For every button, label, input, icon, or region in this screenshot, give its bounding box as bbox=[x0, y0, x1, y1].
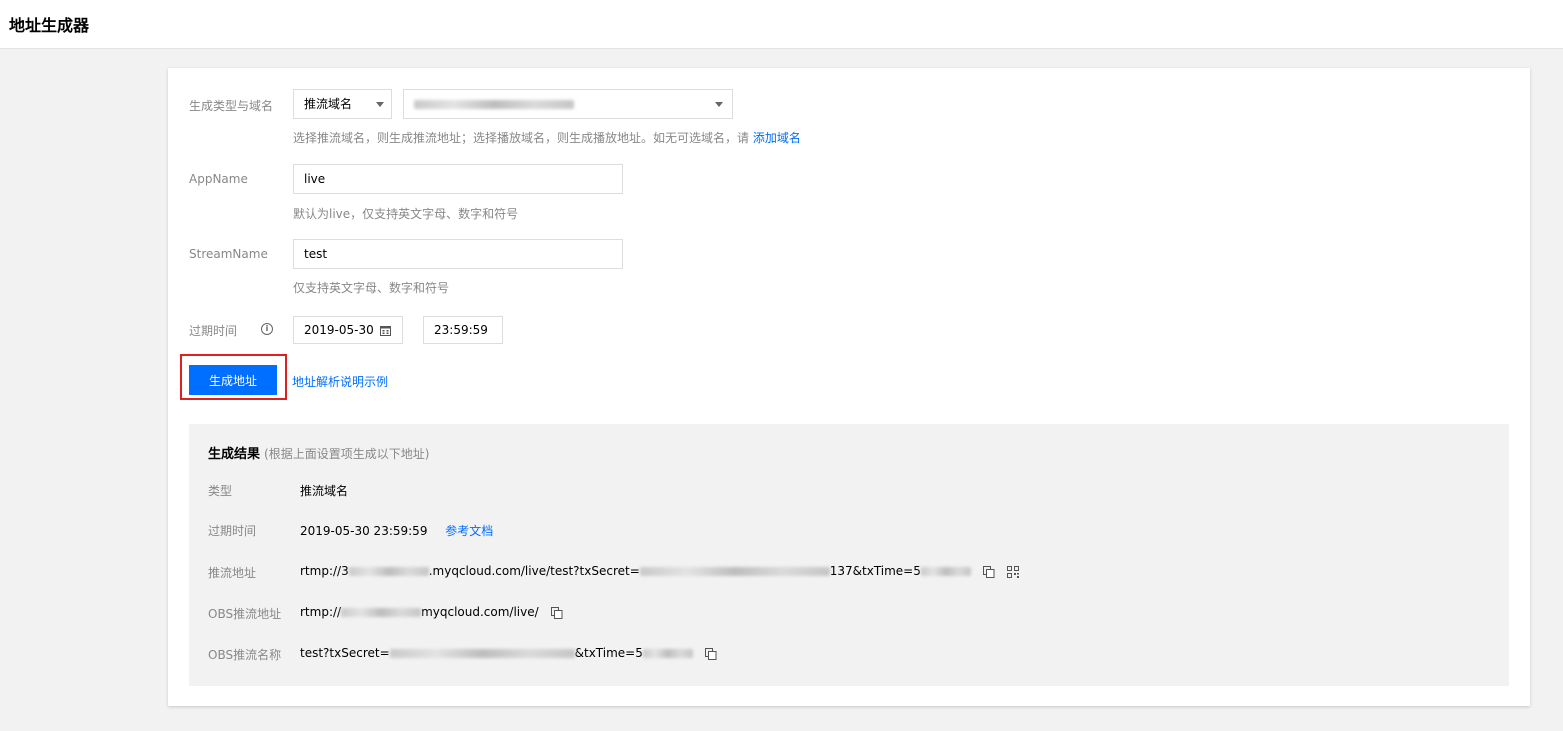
push-url-part2: .myqcloud.com/live/test?txSecret= bbox=[428, 564, 640, 578]
copy-icon[interactable] bbox=[982, 565, 995, 578]
page-title: 地址生成器 bbox=[9, 16, 90, 35]
result-panel: 生成结果 (根据上面设置项生成以下地址) 类型 推流域名 过期时间 2019-05… bbox=[189, 424, 1509, 686]
appname-label: AppName bbox=[189, 172, 248, 186]
push-url-blurred-3 bbox=[920, 567, 971, 576]
example-link[interactable]: 地址解析说明示例 bbox=[292, 373, 388, 390]
streamname-label: StreamName bbox=[189, 247, 268, 261]
copy-icon[interactable] bbox=[704, 647, 717, 660]
appname-hint: 默认为live，仅支持英文字母、数字和符号 bbox=[293, 207, 519, 221]
obs-name-label: OBS推流名称 bbox=[208, 648, 282, 662]
result-title-text: 生成结果 bbox=[208, 447, 261, 462]
push-url-part3: 137&txTime=5 bbox=[829, 564, 921, 578]
expire-time-input[interactable]: 23:59:59 bbox=[423, 316, 503, 344]
type-hint-text: 选择推流域名，则生成推流地址；选择播放域名，则生成播放地址。如无可选域名，请 bbox=[293, 131, 750, 145]
qrcode-icon[interactable] bbox=[1006, 565, 1019, 578]
result-expire-value: 2019-05-30 23:59:59 bbox=[300, 524, 428, 538]
type-domain-label: 生成类型与域名 bbox=[189, 99, 274, 113]
generator-card: 生成类型与域名 推流域名 选择推流域名，则生成推流地址；选择播放域名，则生成播放… bbox=[168, 68, 1530, 706]
calendar-icon[interactable] bbox=[380, 325, 391, 336]
top-bar: 地址生成器 bbox=[0, 0, 1563, 49]
expire-label: 过期时间 bbox=[189, 324, 238, 338]
copy-icon[interactable] bbox=[550, 606, 563, 619]
result-type-label: 类型 bbox=[208, 484, 233, 498]
push-url-label: 推流地址 bbox=[208, 566, 257, 580]
expire-date-input[interactable]: 2019-05-30 bbox=[293, 316, 403, 344]
reference-doc-link[interactable]: 参考文档 bbox=[445, 524, 493, 538]
expire-date-value: 2019-05-30 bbox=[304, 323, 374, 337]
result-expire-label: 过期时间 bbox=[208, 524, 257, 538]
add-domain-link[interactable]: 添加域名 bbox=[753, 131, 801, 145]
type-select[interactable]: 推流域名 bbox=[293, 89, 392, 119]
obs-name-blurred-2 bbox=[642, 649, 693, 658]
type-select-value: 推流域名 bbox=[304, 97, 353, 111]
push-url-row: rtmp://3 .myqcloud.com/live/test?txSecret… bbox=[300, 564, 1019, 578]
obs-url-part2: myqcloud.com/live/ bbox=[421, 605, 539, 619]
result-type-value: 推流域名 bbox=[300, 484, 349, 498]
result-expire-row: 2019-05-30 23:59:59 参考文档 bbox=[300, 522, 493, 539]
obs-url-part1: rtmp:// bbox=[300, 605, 342, 619]
obs-url-label: OBS推流地址 bbox=[208, 607, 282, 621]
result-subtitle: (根据上面设置项生成以下地址) bbox=[264, 447, 430, 461]
generate-button[interactable]: 生成地址 bbox=[189, 365, 277, 395]
appname-input[interactable]: live bbox=[293, 164, 623, 194]
streamname-hint: 仅支持英文字母、数字和符号 bbox=[293, 281, 450, 295]
domain-select[interactable] bbox=[403, 89, 733, 119]
obs-name-part1: test?txSecret= bbox=[300, 646, 390, 660]
chevron-down-icon bbox=[376, 102, 384, 107]
push-url-blurred-1 bbox=[348, 567, 429, 576]
push-url-part1: rtmp://3 bbox=[300, 564, 349, 578]
obs-url-blurred bbox=[341, 608, 422, 617]
obs-name-blurred-1 bbox=[389, 649, 575, 658]
type-hint: 选择推流域名，则生成推流地址；选择播放域名，则生成播放地址。如无可选域名，请 添… bbox=[293, 129, 801, 146]
obs-url-row: rtmp:// myqcloud.com/live/ bbox=[300, 605, 563, 619]
domain-select-value-blurred bbox=[414, 100, 574, 109]
obs-name-row: test?txSecret= &txTime=5 bbox=[300, 646, 717, 660]
obs-name-part2: &txTime=5 bbox=[574, 646, 643, 660]
info-icon[interactable]: i bbox=[261, 323, 273, 335]
push-url-blurred-2 bbox=[639, 567, 830, 576]
streamname-input[interactable]: test bbox=[293, 239, 623, 269]
chevron-down-icon bbox=[715, 102, 723, 107]
result-title: 生成结果 (根据上面设置项生成以下地址) bbox=[208, 443, 429, 462]
